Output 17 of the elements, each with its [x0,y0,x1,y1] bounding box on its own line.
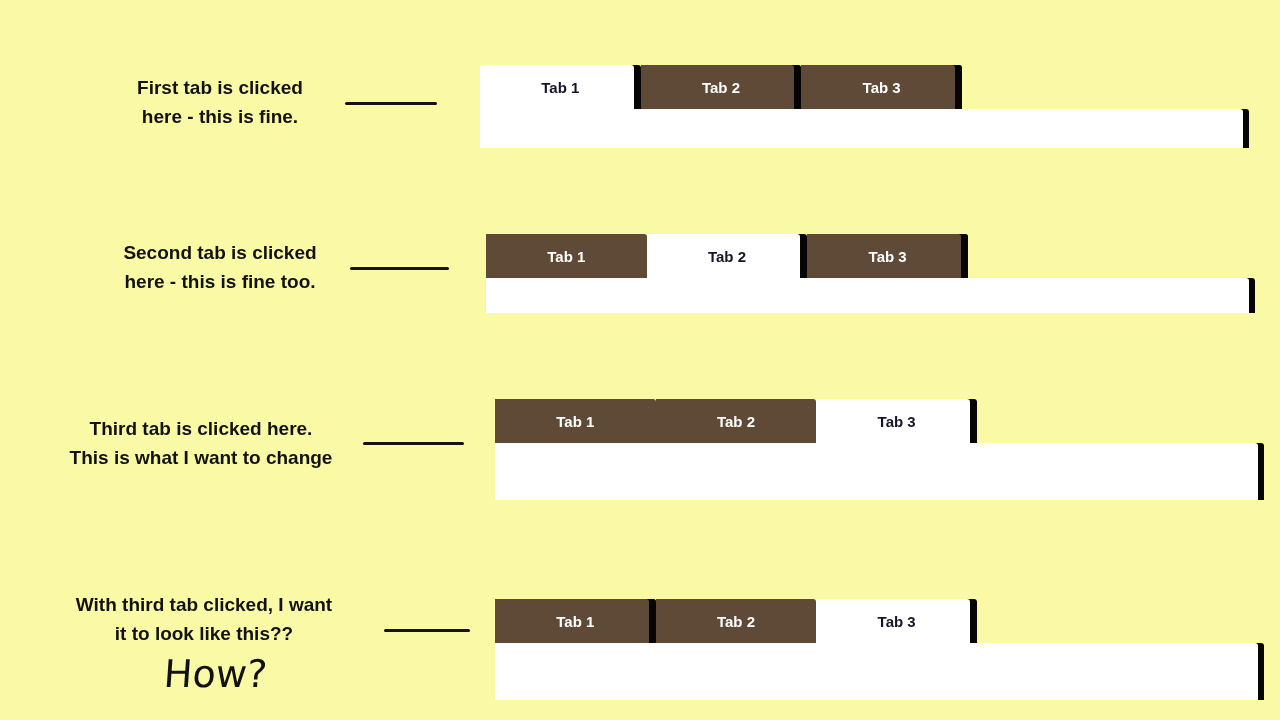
tab[interactable]: Tab 2 [655,399,817,443]
tab[interactable]: Tab 2 [646,234,808,278]
caption-text: Third tab is clicked here. This is what I want to change [69,417,333,470]
tab[interactable]: Tab 3 [807,234,968,278]
tab[interactable]: Tab 2 [640,65,802,109]
tab[interactable]: Tab 1 [495,399,656,443]
tab[interactable]: Tab 3 [816,599,977,643]
tab[interactable]: Tab 1 [480,65,641,109]
caption-text: First tab is clicked here - this is fine. [137,76,303,129]
tab[interactable]: Tab 3 [801,65,962,109]
tab[interactable]: Tab 2 [655,599,817,643]
tab[interactable]: Tab 3 [816,399,977,443]
caption-text: With third tab clicked, I want it to look like this?? [75,593,333,646]
tab[interactable]: Tab 1 [495,599,656,643]
tab[interactable]: Tab 1 [486,234,647,278]
caption-text: Second tab is clicked here - this is fine too. [123,241,317,294]
handwritten-note: How? [162,651,270,697]
